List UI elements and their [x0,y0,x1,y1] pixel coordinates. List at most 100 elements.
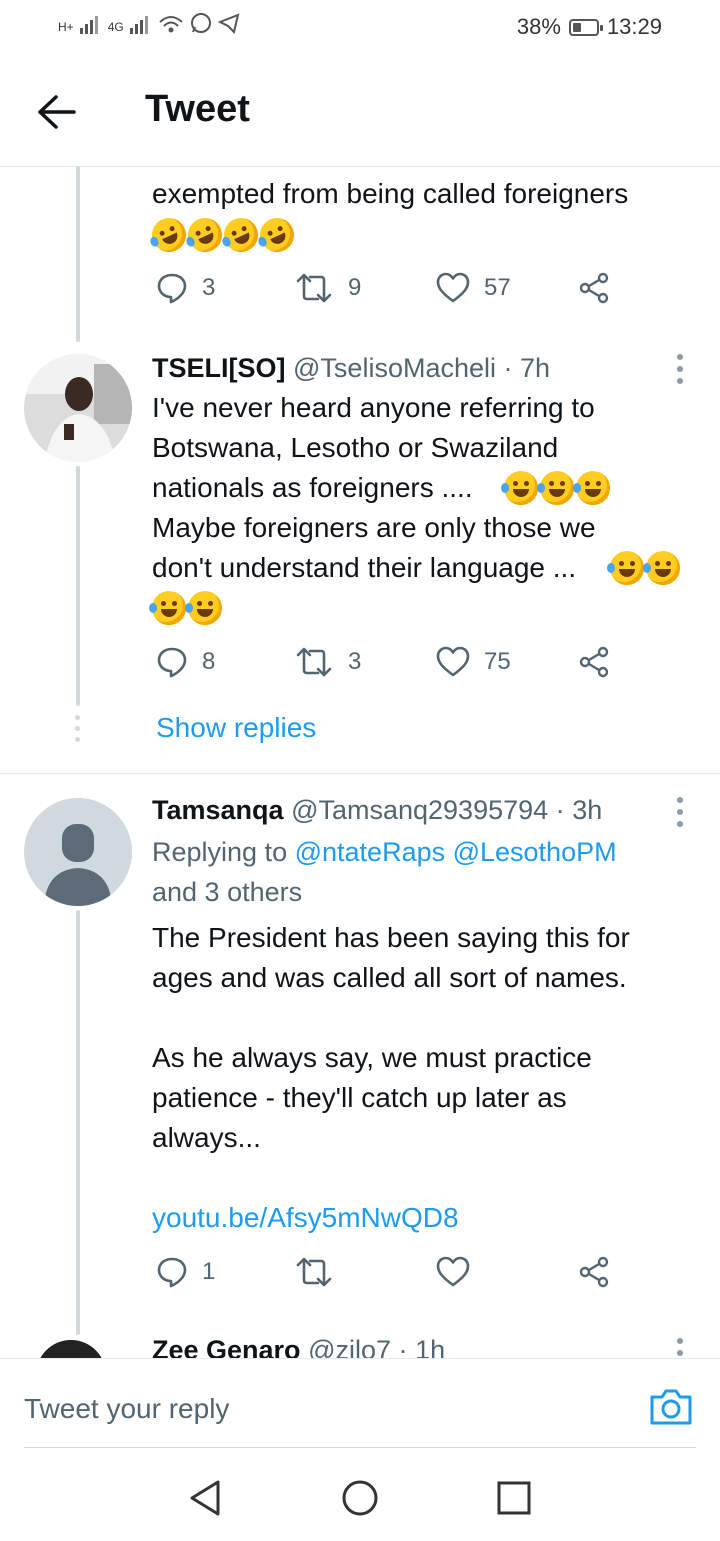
status-right: 38% 13:29 [517,14,662,40]
default-avatar-icon [24,798,132,906]
back-arrow-icon [38,95,76,129]
page-title: Tweet [145,88,250,130]
like-button[interactable]: 75 [436,646,511,678]
retweet-icon [296,273,332,303]
emoji-row [607,551,680,585]
like-button[interactable]: 57 [436,272,511,304]
joy-emoji [607,551,644,585]
more-options-button[interactable] [676,354,684,384]
profile-photo [24,354,132,462]
signal-icon [79,16,98,34]
reply-button[interactable]: 8 [156,646,215,678]
signal-indicators: H+ 4G [58,12,240,34]
tweet-time: 3h [572,795,603,825]
reply-count: 3 [202,274,216,301]
avatar[interactable] [24,354,132,462]
replying-others-link[interactable]: and 3 others [152,872,697,912]
avatar[interactable] [24,798,132,906]
share-icon [579,646,609,678]
youtube-link[interactable]: youtu.be/Afsy5mNwQD8 [152,1198,697,1238]
thread-line [76,166,80,342]
camera-button[interactable] [648,1387,694,1427]
status-bar: H+ 4G 38% 13:29 [0,0,720,56]
whatsapp-icon [190,13,211,33]
tweet-text-line: I've never heard anyone referring to [152,392,595,423]
display-name[interactable]: Tamsanqa [152,795,284,825]
system-nav-bar [0,1448,720,1541]
reply-button[interactable]: 3 [156,272,215,304]
network-type-2: 4G [107,20,124,34]
retweet-button[interactable] [294,1256,334,1288]
retweet-icon [296,1257,332,1287]
joy-emoji [501,471,538,505]
show-replies-link[interactable]: Show replies [156,710,316,746]
reply-button[interactable]: 1 [156,1256,215,1288]
battery-icon [568,18,603,36]
nav-home-button[interactable] [340,1478,380,1518]
nav-back-button[interactable] [186,1478,226,1518]
back-button[interactable] [30,86,82,138]
retweet-button[interactable]: 3 [294,646,361,678]
emoji-row [146,212,300,258]
compose-bar: Tweet your reply [0,1358,720,1449]
battery-fill [572,22,581,32]
dot-separator: · [555,795,565,825]
tweet-text-line: patience - they'll catch up later as [152,1082,567,1113]
tweet-text-line: Maybe foreigners are only those we [152,512,596,543]
nav-back-icon [190,1480,220,1516]
user-handle[interactable]: @TselisoMacheli [293,353,496,383]
emoji-row [501,471,610,505]
like-icon [436,1256,470,1287]
share-icon [579,1256,609,1288]
reply-icon [157,273,187,304]
thread-continue-dots [73,715,81,742]
tweet-actions: 1 [152,1256,622,1296]
network-type-1: H+ [58,20,74,34]
divider [0,773,720,774]
share-button[interactable] [578,272,610,304]
emoji-row [149,591,222,625]
joy-emoji [573,471,610,505]
reply-input[interactable]: Tweet your reply [24,1393,229,1425]
joy-emoji [185,591,222,625]
share-button[interactable] [578,1256,610,1288]
nav-recents-button[interactable] [494,1478,534,1518]
rofl-emoji [182,212,228,258]
reply-count: 1 [202,1258,216,1285]
share-button[interactable] [578,646,610,678]
like-count: 75 [484,648,511,675]
replying-users-link[interactable]: @ntateRaps @LesothoPM [295,837,617,867]
like-icon [436,272,470,303]
like-icon [436,646,470,677]
joy-emoji [537,471,574,505]
user-handle[interactable]: @Tamsanq29395794 [291,795,548,825]
nav-recents-icon [497,1481,531,1515]
nav-home-icon [342,1480,378,1516]
tweet-meta: TSELI[SO] @TselisoMacheli · 7h [152,350,550,386]
rofl-emoji [254,212,300,258]
tweet-text-line: The President has been saying this for [152,922,630,953]
tweet-actions: 8 3 75 [152,646,622,686]
tweet-text-line: always... [152,1122,261,1153]
display-name[interactable]: TSELI[SO] [152,353,286,383]
replying-prefix: Replying to [152,837,288,867]
tweet-text-line: Botswana, Lesotho or Swaziland [152,432,559,463]
retweet-count: 9 [348,274,362,301]
retweet-button[interactable]: 9 [294,272,361,304]
retweet-icon [296,647,332,677]
tweet-text-line: don't understand their language ... [152,552,577,583]
share-icon [579,272,609,304]
clock: 13:29 [606,14,662,39]
wifi-icon [159,16,183,33]
like-button[interactable] [436,1256,470,1288]
replying-to: Replying to @ntateRaps @LesothoPM [152,832,697,872]
tweet-text-line: As he always say, we must practice [152,1042,592,1073]
dot-separator: · [503,353,513,383]
reply-icon [157,1257,187,1288]
tweet-meta: Tamsanqa @Tamsanq29395794 · 3h [152,792,602,828]
thread-line [76,910,80,1335]
tweet-text-line: nationals as foreigners .... [152,472,473,503]
reply-icon [157,647,187,678]
top-header: Tweet [0,56,720,167]
more-options-button[interactable] [676,797,684,827]
